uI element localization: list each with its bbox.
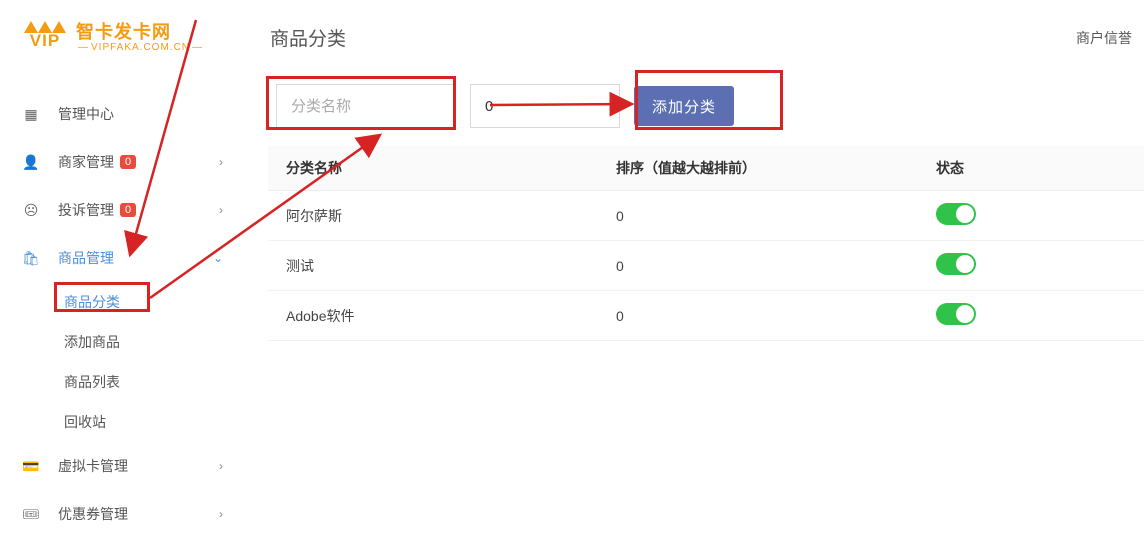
cell-name: 测试 bbox=[268, 241, 598, 291]
th-name: 分类名称 bbox=[268, 146, 598, 191]
category-name-input[interactable] bbox=[276, 84, 456, 128]
chevron-right-icon: › bbox=[219, 459, 223, 473]
sidebar-item-label: 管理中心 bbox=[58, 104, 114, 124]
th-sort: 排序（值越大越排前） bbox=[598, 146, 918, 191]
status-toggle[interactable] bbox=[936, 303, 976, 325]
table-row: Adobe软件 0 bbox=[268, 291, 1144, 341]
status-toggle[interactable] bbox=[936, 253, 976, 275]
chevron-right-icon: › bbox=[219, 507, 223, 521]
logo-en: VIPFAKA.COM.CN bbox=[76, 42, 205, 53]
user-icon: 👤 bbox=[22, 154, 40, 171]
cell-sort: 0 bbox=[598, 291, 918, 341]
page-title: 商品分类 bbox=[270, 24, 346, 51]
card-icon: 💳 bbox=[22, 458, 40, 475]
sidebar-sub-recycle[interactable]: 回收站 bbox=[0, 402, 245, 442]
sidebar-item-coupon[interactable]: 🎟 优惠券管理 › bbox=[0, 490, 245, 538]
main-panel: 添加分类 分类名称 排序（值越大越排前） 状态 阿尔萨斯 0 测试 0 Adob… bbox=[268, 78, 1144, 341]
sidebar-sub-add-product[interactable]: 添加商品 bbox=[0, 322, 245, 362]
add-category-button[interactable]: 添加分类 bbox=[634, 86, 734, 126]
sidebar-sub-label: 添加商品 bbox=[64, 334, 120, 350]
badge: 0 bbox=[120, 203, 136, 217]
cell-status bbox=[918, 291, 1144, 341]
cell-status bbox=[918, 191, 1144, 241]
sidebar-item-label: 商品管理 bbox=[58, 248, 114, 268]
logo-text: 智卡发卡网 VIPFAKA.COM.CN bbox=[76, 18, 205, 53]
sidebar-item-label: 商家管理 bbox=[58, 152, 114, 172]
sidebar-item-merchant[interactable]: 👤 商家管理 0 › bbox=[0, 138, 245, 186]
cell-name: Adobe软件 bbox=[268, 291, 598, 341]
sidebar-sub-product-list[interactable]: 商品列表 bbox=[0, 362, 245, 402]
sidebar-item-label: 优惠券管理 bbox=[58, 504, 128, 524]
sidebar-item-dashboard[interactable]: ▦ 管理中心 bbox=[0, 90, 245, 138]
category-sort-input[interactable] bbox=[470, 84, 620, 128]
logo-mark: VIP bbox=[22, 12, 68, 58]
chevron-right-icon: › bbox=[219, 155, 223, 169]
sidebar-sub-label: 商品分类 bbox=[64, 294, 120, 310]
badge: 0 bbox=[120, 155, 136, 169]
sidebar-sub-label: 回收站 bbox=[64, 414, 106, 430]
sidebar: ▦ 管理中心 👤 商家管理 0 › ☹ 投诉管理 0 › 🛍 商品管理 ⌄ 商品… bbox=[0, 90, 245, 538]
category-table: 分类名称 排序（值越大越排前） 状态 阿尔萨斯 0 测试 0 Adobe软件 0 bbox=[268, 146, 1144, 341]
cell-sort: 0 bbox=[598, 191, 918, 241]
table-row: 测试 0 bbox=[268, 241, 1144, 291]
brand-logo: VIP 智卡发卡网 VIPFAKA.COM.CN bbox=[22, 12, 205, 58]
table-row: 阿尔萨斯 0 bbox=[268, 191, 1144, 241]
sidebar-item-complaint[interactable]: ☹ 投诉管理 0 › bbox=[0, 186, 245, 234]
th-status: 状态 bbox=[918, 146, 1144, 191]
chevron-down-icon: ⌄ bbox=[213, 251, 223, 265]
sad-face-icon: ☹ bbox=[22, 202, 40, 219]
sidebar-item-virtualcard[interactable]: 💳 虚拟卡管理 › bbox=[0, 442, 245, 490]
sidebar-sub-category[interactable]: 商品分类 bbox=[0, 282, 245, 322]
logo-zh: 智卡发卡网 bbox=[76, 18, 205, 44]
chevron-right-icon: › bbox=[219, 203, 223, 217]
sidebar-item-products[interactable]: 🛍 商品管理 ⌄ bbox=[0, 234, 245, 282]
add-category-form: 添加分类 bbox=[268, 78, 1144, 146]
logo-vip: VIP bbox=[30, 31, 60, 51]
cell-status bbox=[918, 241, 1144, 291]
status-toggle[interactable] bbox=[936, 203, 976, 225]
ticket-icon: 🎟 bbox=[22, 506, 40, 523]
bag-icon: 🛍 bbox=[22, 250, 40, 267]
sidebar-item-label: 投诉管理 bbox=[58, 200, 114, 220]
sidebar-item-label: 虚拟卡管理 bbox=[58, 456, 128, 476]
cell-sort: 0 bbox=[598, 241, 918, 291]
cell-name: 阿尔萨斯 bbox=[268, 191, 598, 241]
merchant-credit-link[interactable]: 商户信誉 bbox=[1076, 28, 1132, 48]
sidebar-sub-label: 商品列表 bbox=[64, 374, 120, 390]
dashboard-icon: ▦ bbox=[22, 106, 40, 123]
